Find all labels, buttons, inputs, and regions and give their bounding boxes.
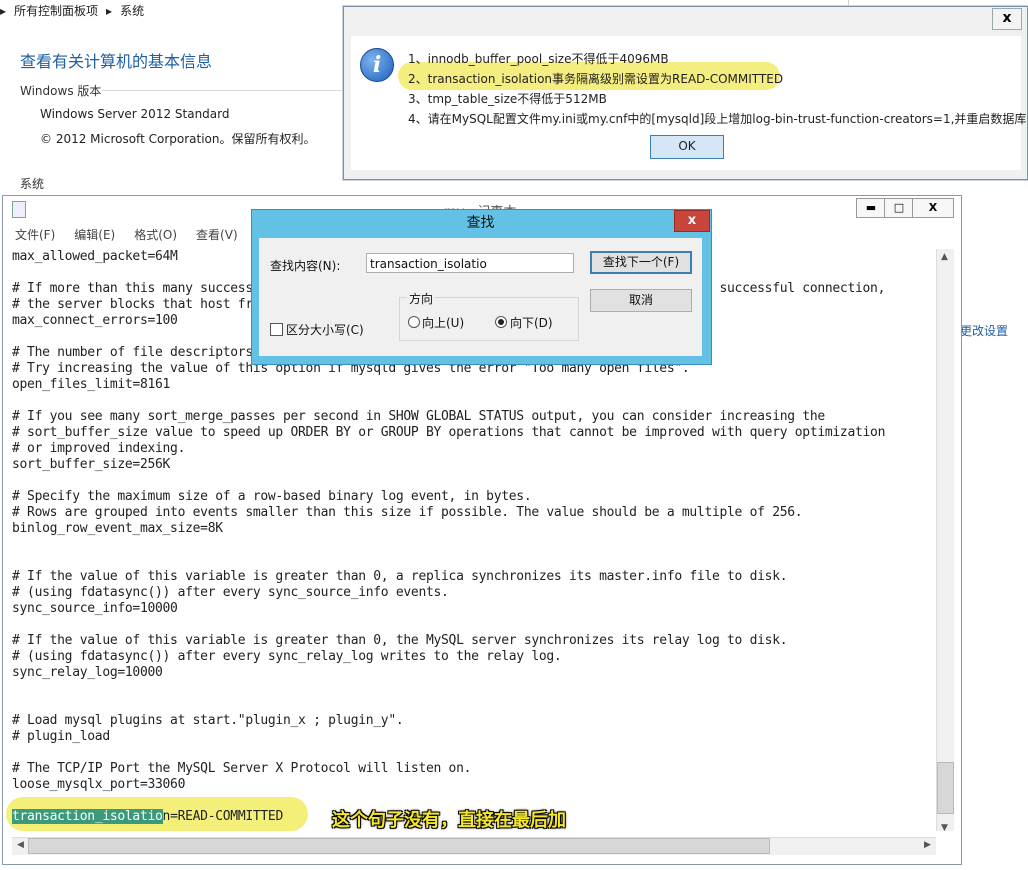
find-dialog-close-button[interactable]: x: [674, 210, 710, 232]
menu-edit[interactable]: 编辑(E): [74, 226, 115, 243]
text-line: [12, 681, 936, 697]
menu-file[interactable]: 文件(F): [15, 226, 55, 243]
cancel-button[interactable]: 取消: [590, 289, 692, 312]
radio-down-label[interactable]: 向下(D): [510, 314, 553, 331]
breadcrumb-item-system[interactable]: 系统: [120, 2, 144, 19]
text-line: [12, 745, 936, 761]
breadcrumb-arrow-icon: ▸: [106, 4, 113, 18]
notepad-icon: [12, 201, 26, 218]
edition-text: Windows Server 2012 Standard: [40, 107, 230, 121]
maximize-button[interactable]: □: [884, 198, 914, 218]
vertical-scrollbar[interactable]: [936, 249, 954, 831]
text-line: # If the value of this variable is great…: [12, 569, 788, 584]
text-line: # (using fdatasync()) after every sync_r…: [12, 649, 562, 664]
scroll-down-arrow-icon[interactable]: ▼: [937, 821, 952, 836]
radio-up[interactable]: [408, 316, 420, 328]
find-what-input[interactable]: transaction_isolatio: [366, 253, 574, 273]
text-line: binlog_row_event_max_size=8K: [12, 521, 223, 536]
text-line: # plugin_load: [12, 729, 110, 744]
text-line: [12, 697, 936, 713]
radio-down[interactable]: [495, 316, 507, 328]
text-line: sync_source_info=10000: [12, 601, 178, 616]
info-icon: i: [360, 48, 394, 82]
vertical-scroll-thumb[interactable]: [937, 762, 954, 814]
system-heading: 系统: [20, 177, 45, 191]
page-title: 查看有关计算机的基本信息: [20, 52, 213, 71]
selected-text: transaction_isolatio: [12, 809, 163, 824]
breadcrumb: ▸ 所有控制面板项 ▸ 系统: [0, 2, 152, 22]
close-button[interactable]: X: [912, 198, 954, 218]
text-line: # If you see many sort_merge_passes per …: [12, 409, 825, 424]
change-settings-link[interactable]: 更改设置: [960, 322, 1008, 339]
text-line: [12, 393, 936, 409]
message-line-3: 3、tmp_table_size不得低于512MB: [408, 92, 607, 106]
text-line: # Rows are grouped into events smaller t…: [12, 505, 803, 520]
minimize-button[interactable]: ▬: [856, 198, 886, 218]
text-line: # (using fdatasync()) after every sync_s…: [12, 585, 449, 600]
text-line: # or improved indexing.: [12, 441, 186, 456]
windows-edition-heading: Windows 版本: [20, 84, 102, 98]
menu-bar: 文件(F)编辑(E)格式(O)查看(V)帮助: [3, 226, 288, 246]
text-line: # If the value of this variable is great…: [12, 633, 788, 648]
breadcrumb-item-control-panel[interactable]: 所有控制面板项: [14, 2, 98, 19]
text-line: open_files_limit=8161: [12, 377, 171, 392]
text-line: # The TCP/IP Port the MySQL Server X Pro…: [12, 761, 472, 776]
text-line: # sort_buffer_size value to speed up ORD…: [12, 425, 886, 440]
copyright-text: © 2012 Microsoft Corporation。保留所有权利。: [40, 132, 316, 146]
text-line: [12, 553, 936, 569]
find-next-button[interactable]: 查找下一个(F): [590, 251, 692, 274]
match-case-label[interactable]: 区分大小写(C): [286, 321, 364, 338]
text-line: # Specify the maximum size of a row-base…: [12, 489, 532, 504]
match-case-checkbox[interactable]: [270, 323, 283, 336]
find-dialog-title: 查找: [466, 215, 495, 231]
radio-up-label[interactable]: 向上(U): [422, 314, 464, 331]
scroll-right-arrow-icon[interactable]: ▶: [920, 838, 935, 853]
menu-format[interactable]: 格式(O): [134, 226, 177, 243]
message-line-2: 2、transaction_isolation事务隔离级别需设置为READ-CO…: [408, 72, 784, 86]
breadcrumb-arrow-icon: ▸: [0, 4, 7, 18]
section-divider: [102, 90, 342, 91]
annotation-caption: 这个句子没有，直接在最后加: [332, 810, 566, 831]
text-line: sort_buffer_size=256K: [12, 457, 171, 472]
text-line: [12, 473, 936, 489]
text-line: [12, 617, 936, 633]
text-line: # Load mysql plugins at start."plugin_x …: [12, 713, 404, 728]
text-line: sync_relay_log=10000: [12, 665, 163, 680]
scroll-left-arrow-icon[interactable]: ◀: [13, 838, 28, 853]
message-box-close-button[interactable]: x: [992, 8, 1022, 30]
text-line: [12, 537, 936, 553]
message-line-4: 4、请在MySQL配置文件my.ini或my.cnf中的[mysqld]段上增加…: [408, 112, 1027, 126]
ok-button[interactable]: OK: [650, 135, 724, 159]
text-after-selection: n=READ-COMMITTED: [162, 809, 284, 824]
menu-view[interactable]: 查看(V): [196, 226, 238, 243]
direction-label: 方向: [407, 290, 436, 307]
scroll-up-arrow-icon[interactable]: ▲: [937, 250, 952, 265]
text-line: loose_mysqlx_port=33060: [12, 777, 186, 792]
message-line-1: 1、innodb_buffer_pool_size不得低于4096MB: [408, 52, 669, 66]
horizontal-scroll-thumb[interactable]: [28, 838, 770, 854]
find-what-label: 查找内容(N):: [270, 259, 341, 273]
